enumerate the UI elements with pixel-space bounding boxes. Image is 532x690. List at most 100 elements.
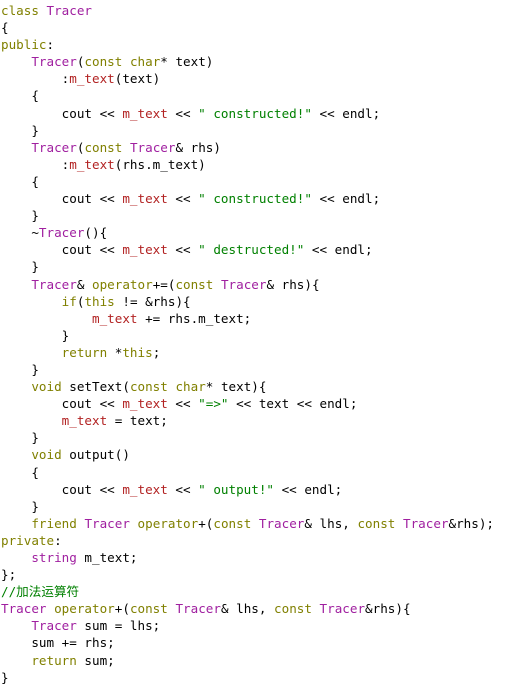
code-token-keyword: const xyxy=(175,276,214,292)
code-line: } xyxy=(0,498,532,515)
code-token-keyword: this xyxy=(122,344,153,360)
code-line: cout << m_text << "=>" << text << endl; xyxy=(0,395,532,412)
code-token-keyword: private xyxy=(1,532,55,548)
code-token-plain: +( xyxy=(114,601,130,617)
code-token-string: "=>" xyxy=(198,396,229,412)
code-line: Tracer(const Tracer& rhs) xyxy=(0,139,532,156)
code-token-plain: << endl; xyxy=(311,191,381,207)
code-line: Tracer(const char* text) xyxy=(0,53,532,70)
code-token-plain: } xyxy=(1,498,39,514)
code-token-type: Tracer xyxy=(129,139,176,155)
code-token-plain: : xyxy=(54,532,62,548)
code-line: friend Tracer operator+(const Tracer& lh… xyxy=(0,515,532,532)
code-token-plain: { xyxy=(1,20,9,36)
code-token-type: Tracer xyxy=(84,515,130,531)
code-token-plain: } xyxy=(1,327,70,343)
code-token-plain: cout << xyxy=(1,481,123,497)
code-token-plain: &rhs); xyxy=(448,515,494,531)
code-token-plain: << text << endl; xyxy=(228,396,358,412)
code-line: string m_text; xyxy=(0,549,532,566)
code-token-type: Tracer xyxy=(46,3,93,18)
code-line: } xyxy=(0,207,532,224)
code-token-plain: } xyxy=(1,430,39,446)
code-line: :m_text(text) xyxy=(0,70,532,87)
code-token-plain: * text) xyxy=(160,54,214,70)
code-line: } xyxy=(0,327,532,344)
code-line: class Tracer xyxy=(0,2,532,19)
code-token-plain: << xyxy=(167,481,199,497)
code-token-plain: { xyxy=(1,464,39,480)
code-token-plain: } xyxy=(1,669,9,685)
code-token-plain: { xyxy=(1,173,39,189)
code-line: private: xyxy=(0,532,532,549)
code-token-plain: ~ xyxy=(1,225,39,241)
code-line: cout << m_text << " constructed!" << end… xyxy=(0,105,532,122)
code-token-plain: * text){ xyxy=(205,379,267,395)
code-token-type: Tracer xyxy=(31,54,77,70)
code-viewer[interactable]: class Tracer{public: Tracer(const char* … xyxy=(0,0,532,690)
code-line: { xyxy=(0,87,532,104)
code-token-keyword: const xyxy=(129,601,168,617)
code-line: sum += rhs; xyxy=(0,634,532,651)
code-token-type: Tracer xyxy=(31,139,77,155)
code-token-plain: cout << xyxy=(1,396,123,412)
code-line: { xyxy=(0,464,532,481)
code-token-plain: ; xyxy=(152,344,161,360)
code-line: m_text += rhs.m_text; xyxy=(0,310,532,327)
code-token-keyword: const xyxy=(84,54,123,70)
code-token-plain: += rhs.m_text; xyxy=(137,310,252,326)
code-token-member: m_text xyxy=(122,105,168,121)
code-token-string: " constructed!" xyxy=(198,191,312,207)
code-token-type: Tracer xyxy=(175,601,221,617)
code-token-plain: { xyxy=(1,88,39,104)
code-token-keyword: operator xyxy=(92,276,153,292)
code-token-keyword: return xyxy=(31,652,77,668)
code-token-keyword: return xyxy=(61,344,108,360)
code-token-plain: sum = lhs; xyxy=(76,618,161,634)
code-token-plain: } xyxy=(1,122,39,138)
code-line: } xyxy=(0,258,532,275)
code-token-plain: cout << xyxy=(1,105,123,121)
code-token-plain: : xyxy=(1,71,70,87)
code-line: } xyxy=(0,122,532,139)
code-token-plain: << xyxy=(167,105,199,121)
code-token-type: string xyxy=(31,550,77,565)
code-line: return sum; xyxy=(0,652,532,669)
code-token-member: m_text xyxy=(122,242,168,258)
code-token-plain: sum += rhs; xyxy=(1,635,115,651)
code-token-plain: sum; xyxy=(76,652,115,668)
code-token-plain: << endl; xyxy=(274,481,343,497)
code-token-member: m_text xyxy=(69,71,115,87)
code-token-member: m_text xyxy=(122,191,168,207)
code-token-plain: (){ xyxy=(84,225,108,241)
code-token-plain: setText( xyxy=(61,379,130,395)
code-token-keyword: const xyxy=(129,379,168,395)
code-token-type: Tracer xyxy=(1,601,47,617)
code-token-plain: (text) xyxy=(114,71,161,87)
code-token-plain: }; xyxy=(1,567,17,583)
code-token-plain: = text; xyxy=(107,413,168,429)
code-token-type: Tracer xyxy=(402,515,449,531)
code-token-string: " destructed!" xyxy=(198,242,305,258)
code-token-keyword: const xyxy=(357,515,396,531)
code-token-plain: << xyxy=(167,396,199,412)
code-token-keyword: class xyxy=(1,3,39,18)
code-token-member: m_text xyxy=(92,310,138,326)
code-token-keyword: operator xyxy=(137,515,199,531)
code-token-keyword: operator xyxy=(54,601,115,617)
code-token-keyword: const xyxy=(84,139,123,155)
code-token-member: m_text xyxy=(122,481,168,497)
code-token-type: Tracer xyxy=(38,225,85,241)
